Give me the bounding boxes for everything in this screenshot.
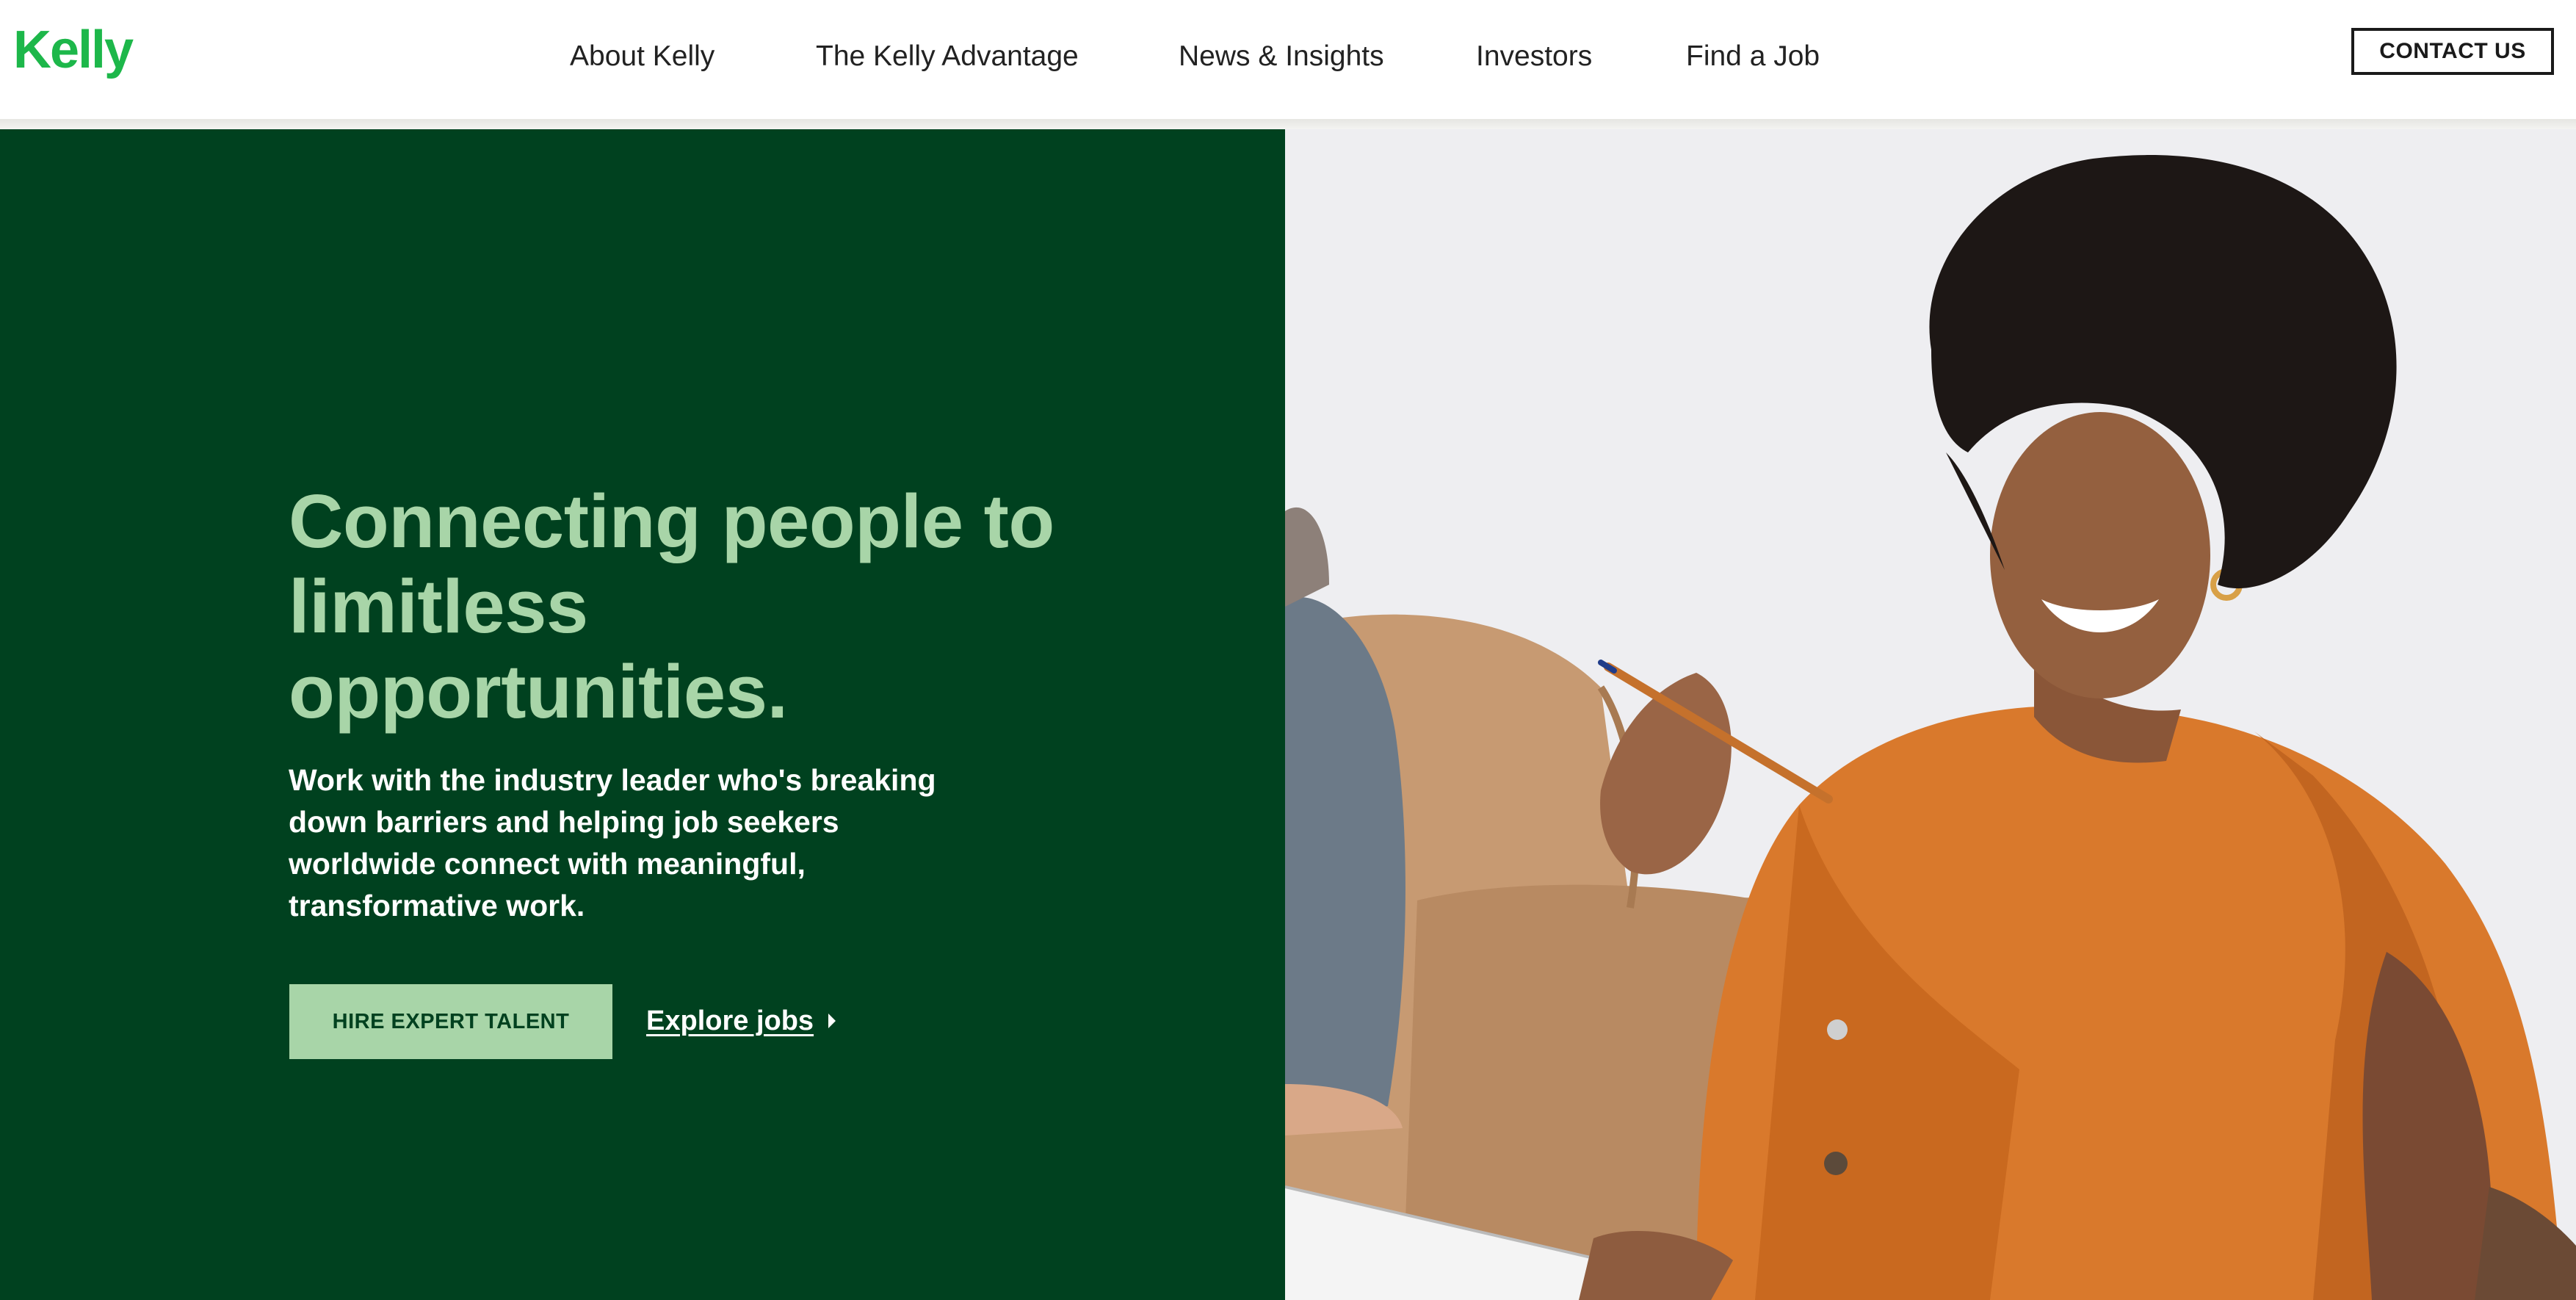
hero-panel: Connecting people to limitless opportuni… [0,129,1285,1300]
caret-right-icon [828,1014,836,1028]
hero-subtitle: Work with the industry leader who's brea… [289,763,936,922]
explore-jobs-label: Explore jobs [646,1005,814,1036]
nav-about-kelly[interactable]: About Kelly [570,38,714,75]
nav-investors[interactable]: Investors [1476,38,1592,75]
nav-news-insights[interactable]: News & Insights [1179,38,1384,75]
contact-us-button[interactable]: CONTACT US [2351,28,2554,75]
nav-kelly-advantage[interactable]: The Kelly Advantage [816,38,1079,75]
hero-title: Connecting people to limitless opportuni… [289,479,1054,734]
header-divider [0,119,2576,129]
site-header: Kelly About Kelly The Kelly Advantage Ne… [0,0,2576,119]
hero-photo-illustration [1285,129,2576,1300]
explore-jobs-link[interactable]: Explore jobs [646,1000,836,1041]
main-navigation: About Kelly The Kelly Advantage News & I… [0,0,2576,115]
hire-expert-talent-button[interactable]: HIRE EXPERT TALENT [289,984,612,1059]
hero-image [1285,129,2576,1300]
nav-find-a-job[interactable]: Find a Job [1686,38,1820,75]
